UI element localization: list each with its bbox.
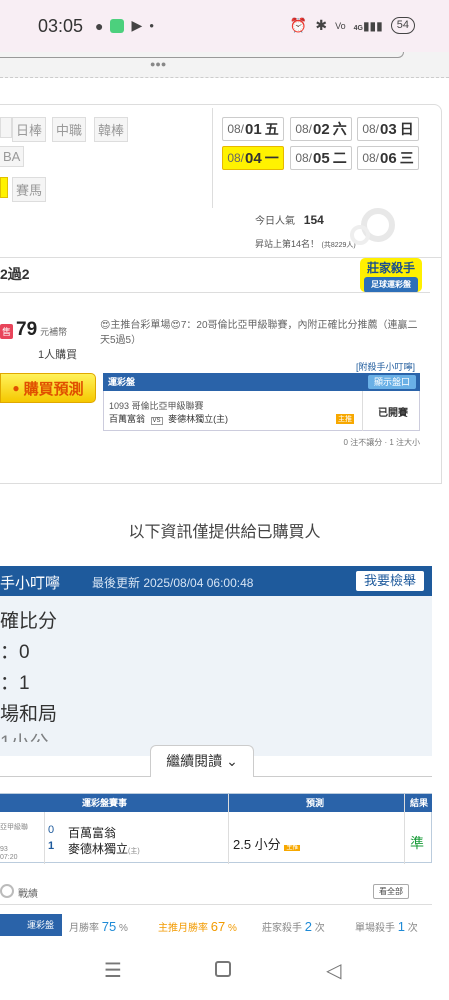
home-icon[interactable]: [215, 961, 231, 977]
dot-icon: ●: [149, 21, 155, 30]
video-icon: ▶: [131, 17, 143, 33]
buy-prediction-button[interactable]: ● 購買預測: [0, 373, 96, 403]
battery-icon: 54: [390, 17, 415, 34]
category-kbo[interactable]: 韓棒: [94, 117, 129, 142]
clock: 03:05: [38, 16, 84, 36]
category-nba[interactable]: BA: [0, 146, 25, 167]
category-active-marker[interactable]: [0, 177, 8, 198]
killer-count: 莊家殺手 2 次: [262, 919, 325, 934]
main-monthly-rate: 主推月勝率 67 %: [158, 919, 237, 934]
record-title: 2過2: [0, 266, 30, 282]
game-status: 已開賽: [378, 408, 408, 419]
result-table: 運彩盤賽事 預測 結果 亞甲級聯 93 07:20 0 1 百萬富翁 麥德林獨立…: [0, 793, 432, 864]
chevron-down-icon: ⌄: [226, 753, 238, 769]
category-horse[interactable]: 賽馬: [12, 177, 47, 202]
tips-updated: 最後更新 2025/08/04 06:00:48: [92, 576, 254, 590]
date-0804[interactable]: 08/04 一: [222, 146, 284, 170]
single-killer-count: 單場殺手 1 次: [355, 919, 418, 934]
tips-title: 手小叮嚀: [0, 575, 61, 592]
volte-icon: Vo: [335, 20, 346, 31]
date-0805[interactable]: 08/05 二: [290, 146, 352, 170]
killer-badge: 莊家殺手 足球運彩盤: [360, 258, 422, 293]
bet-count: 0 注不讓分 · 1 注大小: [343, 438, 420, 447]
price-value: 79: [16, 319, 38, 340]
date-0803[interactable]: 08/03 日: [357, 117, 419, 141]
pick-table-header: 運彩盤 顯示盤口: [103, 373, 420, 391]
tip-link[interactable]: [附殺手小叮嚀]: [356, 360, 415, 373]
recent-apps-icon[interactable]: ☰: [104, 958, 122, 983]
cart-icon: ●: [12, 381, 20, 395]
popularity-value: 154: [303, 213, 324, 227]
medal-icon: [0, 884, 14, 898]
show-odds-button[interactable]: 顯示盤口: [367, 375, 416, 389]
page-dots-icon: ●●●: [150, 59, 167, 69]
record-section: 戰績 看全部 運彩盤 月勝率 75 % 主推月勝率 67 % 莊家殺手 2 次 …: [0, 878, 432, 940]
tab-lottery[interactable]: 運彩盤: [0, 914, 62, 936]
killer-tips-box: 手小叮嚀 最後更新 2025/08/04 06:00:48 我要檢舉 確比分 ：…: [0, 566, 432, 756]
notice-text: 😍主推台彩單場😍7：20哥倫比亞甲級聯賽，內附正確比分推薦（連贏二天5過5）: [100, 320, 418, 346]
buyer-only-notice: 以下資訊僅提供給已購買人: [128, 524, 321, 541]
price: 售 79 元補幣: [0, 319, 68, 340]
category-jpbaseball[interactable]: 日棒: [12, 117, 47, 142]
category-cpbl[interactable]: 中職: [52, 117, 87, 142]
sale-tag: 售: [0, 324, 14, 339]
continue-reading-button[interactable]: 繼續閱讀 ⌄: [150, 745, 254, 777]
buyer-count: 1人購買: [38, 349, 78, 361]
monthly-rate: 月勝率 75 %: [69, 919, 128, 934]
status-bar: 03:05 ● ▶ ● ⏰ ✱ Vo 4G▮▮▮ 54: [0, 0, 449, 52]
decor-swirl-icon: [340, 205, 400, 247]
category-prev[interactable]: [0, 117, 12, 138]
date-0806[interactable]: 08/06 三: [357, 146, 419, 170]
prediction-value: 2.5 小分 主推: [233, 837, 301, 852]
date-0801[interactable]: 08/01 五: [222, 117, 284, 141]
system-nav-bar: ☰ ◁: [0, 942, 449, 1000]
popularity: 今日人氣 154: [255, 213, 324, 227]
app-icon: [110, 18, 125, 33]
pick-table-body: 1093 哥倫比亞甲級聯賽 百萬富翁 VS 麥德林獨立(主) 主推 已開賽: [103, 391, 420, 431]
see-all-button[interactable]: 看全部: [373, 884, 409, 899]
date-0802[interactable]: 08/02 六: [290, 117, 352, 141]
chat-icon: ●: [95, 17, 104, 34]
report-button[interactable]: 我要檢舉: [356, 571, 424, 591]
result-value: 準: [410, 835, 424, 851]
back-icon[interactable]: ◁: [326, 958, 341, 983]
browser-tab-strip: ●●●: [0, 52, 449, 78]
main-pick-tag: 主推: [336, 414, 354, 424]
alarm-icon: ⏰: [289, 17, 308, 33]
signal-icon: 4G▮▮▮: [353, 18, 383, 33]
bluetooth-icon: ✱: [315, 17, 328, 33]
